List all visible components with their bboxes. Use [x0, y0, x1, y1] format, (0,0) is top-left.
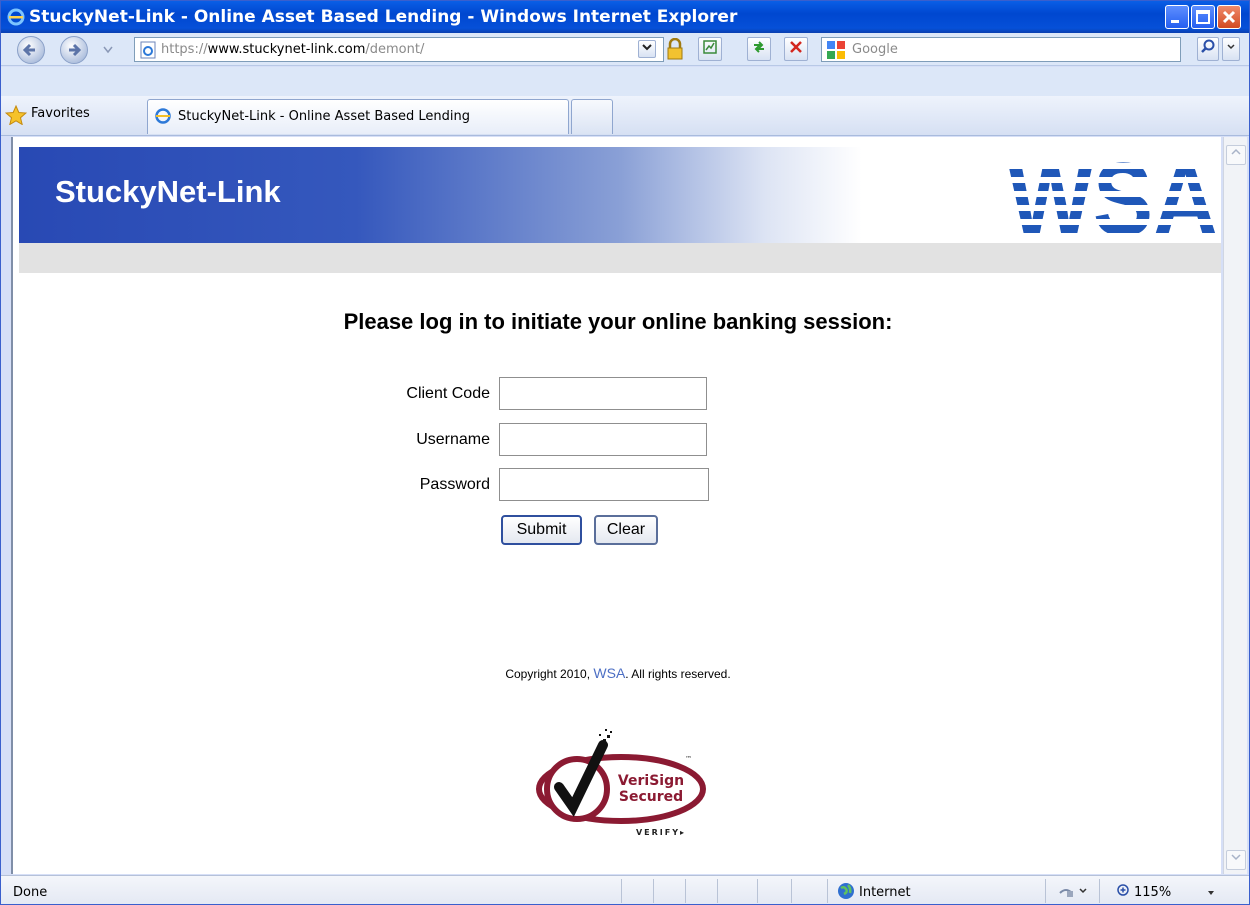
svg-text:™: ™: [685, 755, 692, 763]
copyright-suffix: . All rights reserved.: [625, 667, 731, 681]
status-divider: [621, 879, 622, 903]
nav-strip: [19, 243, 1221, 273]
title-bar: StuckyNet-Link - Online Asset Based Lend…: [1, 1, 1249, 33]
security-lock-icon[interactable]: [665, 37, 685, 64]
globe-icon: [837, 882, 855, 904]
stop-button[interactable]: [784, 37, 808, 61]
chevron-down-icon: [642, 44, 652, 51]
header-banner: StuckyNet-Link WSA: [19, 147, 1221, 243]
status-bar: Done Internet 115%: [1, 875, 1249, 904]
minimize-button[interactable]: [1165, 5, 1189, 29]
address-toolbar: https://www.stuckynet-link.com/demont/ G…: [1, 33, 1249, 66]
wsa-logo: WSA: [1008, 153, 1218, 239]
vertical-scrollbar[interactable]: [1223, 137, 1247, 874]
search-placeholder: Google: [852, 42, 898, 57]
star-icon: [4, 104, 28, 129]
status-divider: [827, 879, 828, 903]
forward-arrow-icon: [69, 43, 82, 57]
chevron-up-icon: [1231, 148, 1241, 155]
address-bar[interactable]: https://www.stuckynet-link.com/demont/: [134, 37, 664, 62]
recent-pages-dropdown-icon[interactable]: [102, 45, 114, 55]
client-code-input[interactable]: [499, 377, 707, 410]
tab-label: StuckyNet-Link - Online Asset Based Lend…: [178, 109, 470, 124]
chevron-down-icon: [1231, 854, 1241, 861]
status-divider: [1045, 879, 1046, 903]
username-label: Username: [416, 431, 490, 448]
address-dropdown-button[interactable]: [638, 40, 656, 58]
status-divider: [717, 879, 718, 903]
client-code-label: Client Code: [406, 385, 490, 402]
security-zone-label: Internet: [859, 885, 911, 900]
status-divider: [685, 879, 686, 903]
client-code-row: Client Code: [13, 377, 1221, 411]
zoom-level[interactable]: 115%: [1134, 885, 1171, 900]
zoom-icon[interactable]: [1116, 883, 1132, 903]
page-content: StuckyNet-Link WSA Please log in to init…: [11, 137, 1221, 874]
zoom-dropdown-icon[interactable]: [1205, 888, 1217, 898]
tab-bar: Favorites StuckyNet-Link - Online Asset …: [1, 96, 1249, 136]
ie-tab-icon: [154, 107, 172, 129]
status-divider: [653, 879, 654, 903]
page-icon: [139, 41, 157, 63]
svg-text:VeriSign: VeriSign: [618, 773, 684, 789]
search-options-button[interactable]: [1222, 37, 1240, 61]
svg-text:VERIFY▸: VERIFY▸: [636, 828, 686, 837]
tab-active[interactable]: StuckyNet-Link - Online Asset Based Lend…: [147, 99, 569, 134]
window-title: StuckyNet-Link - Online Asset Based Lend…: [29, 7, 738, 27]
compatibility-view-button[interactable]: [698, 37, 722, 61]
username-input[interactable]: [499, 423, 707, 456]
wsa-link[interactable]: WSA: [593, 665, 625, 681]
site-brand: StuckyNet-Link: [55, 174, 281, 209]
copyright-text: Copyright 2010, WSA. All rights reserved…: [13, 665, 1221, 681]
ie-icon: [7, 8, 25, 30]
status-divider: [1099, 879, 1100, 903]
submit-button[interactable]: Submit: [501, 515, 582, 545]
favorites-label: Favorites: [31, 106, 90, 121]
refresh-button[interactable]: [747, 37, 771, 61]
status-divider: [791, 879, 792, 903]
browser-window: StuckyNet-Link - Online Asset Based Lend…: [0, 0, 1250, 905]
password-input[interactable]: [499, 468, 709, 501]
refresh-icon: [754, 41, 764, 53]
search-box[interactable]: Google: [821, 37, 1181, 62]
address-url[interactable]: https://www.stuckynet-link.com/demont/: [161, 42, 424, 57]
svg-text:WSA: WSA: [1008, 153, 1218, 239]
back-arrow-icon: [22, 43, 35, 57]
favorites-button[interactable]: Favorites: [1, 102, 121, 128]
clear-button[interactable]: Clear: [594, 515, 658, 545]
maximize-icon: [1196, 10, 1210, 24]
scroll-up-button[interactable]: [1226, 145, 1246, 165]
chevron-down-icon: [1227, 44, 1235, 50]
back-button[interactable]: [17, 36, 45, 64]
forward-button[interactable]: [60, 36, 88, 64]
google-icon: [826, 40, 846, 60]
svg-text:Secured: Secured: [619, 789, 683, 805]
username-row: Username: [13, 423, 1221, 457]
status-divider: [757, 879, 758, 903]
close-button[interactable]: [1217, 5, 1241, 29]
password-row: Password: [13, 468, 1221, 502]
minimize-icon: [1171, 20, 1179, 23]
protected-mode-icon[interactable]: [1058, 883, 1088, 903]
toolbar-spacer: [1, 67, 1249, 96]
login-heading: Please log in to initiate your online ba…: [343, 309, 893, 334]
search-button[interactable]: [1197, 37, 1219, 61]
status-text: Done: [13, 885, 48, 900]
scroll-down-button[interactable]: [1226, 850, 1246, 870]
search-icon: [1201, 39, 1215, 53]
new-tab-button[interactable]: [571, 99, 613, 134]
copyright-prefix: Copyright 2010,: [505, 667, 594, 681]
close-icon: [1222, 10, 1236, 24]
maximize-button[interactable]: [1191, 5, 1215, 29]
password-label: Password: [419, 476, 490, 493]
stop-icon: [790, 41, 802, 53]
compatibility-icon: [703, 40, 717, 54]
verisign-seal[interactable]: ™ VeriSign Secured VERIFY▸: [531, 727, 711, 842]
